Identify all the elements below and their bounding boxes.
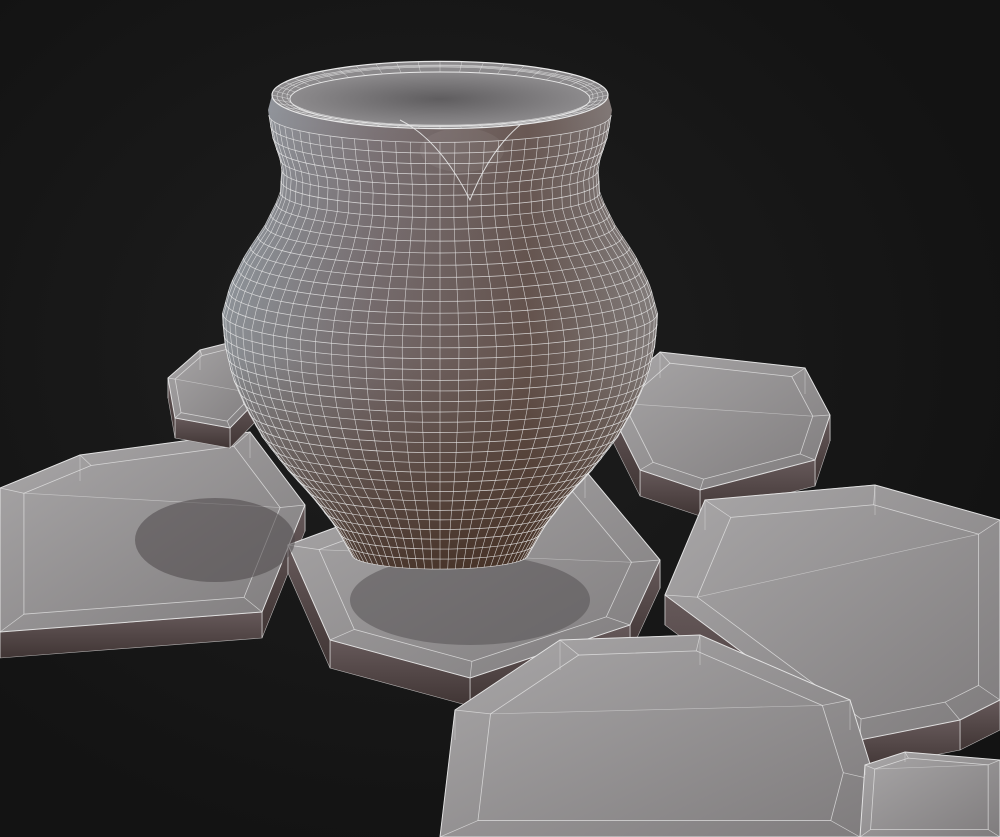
shadow-left [135,498,295,582]
3d-viewport[interactable] [0,0,1000,837]
stone-corner [859,751,1000,837]
scene-render [0,0,1000,837]
vase-opening [289,71,591,127]
